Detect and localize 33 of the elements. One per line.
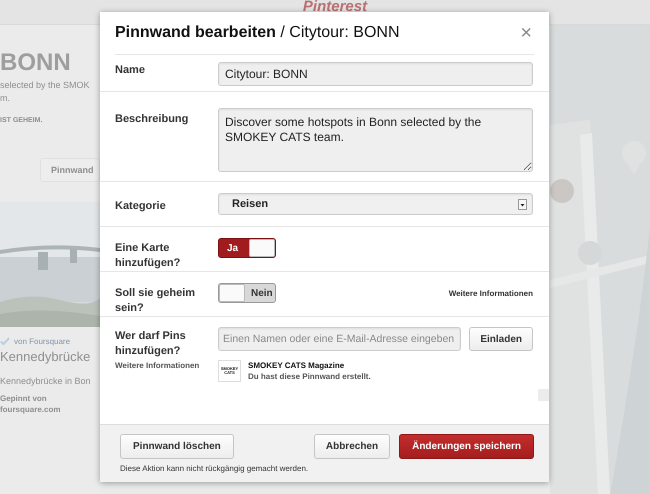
field-label: Kategorie (115, 199, 167, 214)
invite-field[interactable]: Einen Namen oder eine E-Mail-Adresse eingeben (218, 327, 462, 351)
cancel-button[interactable]: Abbrechen (314, 434, 390, 459)
field-label: Eine Karte hinzufügen? (115, 241, 182, 271)
dialog-title: Pinnwand bearbeiten / Citytour: BONN (115, 24, 400, 42)
description-field[interactable]: Discover some hotspots in Bonn selected by the SMOKEY CATS team. (218, 108, 533, 172)
pin-description: Kennedybrücke in Bon (0, 376, 92, 386)
category-dropdown[interactable]: Reisen (218, 193, 533, 215)
invite-button[interactable]: Einladen (469, 327, 533, 351)
more-info-link[interactable]: Weitere Informationen (448, 288, 533, 298)
delete-board-button[interactable]: Pinnwand löschen (120, 434, 234, 459)
pin-title: Kennedybrücke (0, 349, 92, 364)
collaborator-name[interactable]: SMOKEY CATS Magazine (248, 361, 371, 370)
field-label: Beschreibung (115, 112, 190, 127)
collaborator-note: Du hast diese Pinnwand erstellt. (248, 372, 371, 381)
close-button[interactable]: × (518, 23, 534, 43)
toggle-switch[interactable]: Nein (218, 283, 276, 303)
checkmark-icon (0, 337, 10, 346)
delete-warning: Diese Aktion kann nicht rückgängig gemacht werden. (120, 464, 308, 473)
name-field[interactable]: Citytour: BONN (218, 62, 533, 86)
field-label: Wer darf Pins hinzufügen? (115, 329, 187, 359)
more-info-link[interactable]: Weitere Informationen (115, 361, 218, 370)
pinned-by-label: Gepinnt von (0, 394, 48, 403)
board-title: BONN (0, 49, 72, 77)
save-button[interactable]: Änderungen speichern (399, 434, 534, 459)
field-label: Name (115, 63, 146, 78)
board-description: m. (0, 93, 11, 103)
logo-text: Pinterest (302, 0, 368, 17)
pin-source: von Foursquare (14, 337, 70, 346)
toggle-switch[interactable]: Ja (218, 238, 276, 258)
scrollbar[interactable] (538, 389, 549, 401)
board-description: selected by the SMOK (0, 80, 91, 90)
field-label: Soll sie geheim sein? (115, 286, 196, 316)
